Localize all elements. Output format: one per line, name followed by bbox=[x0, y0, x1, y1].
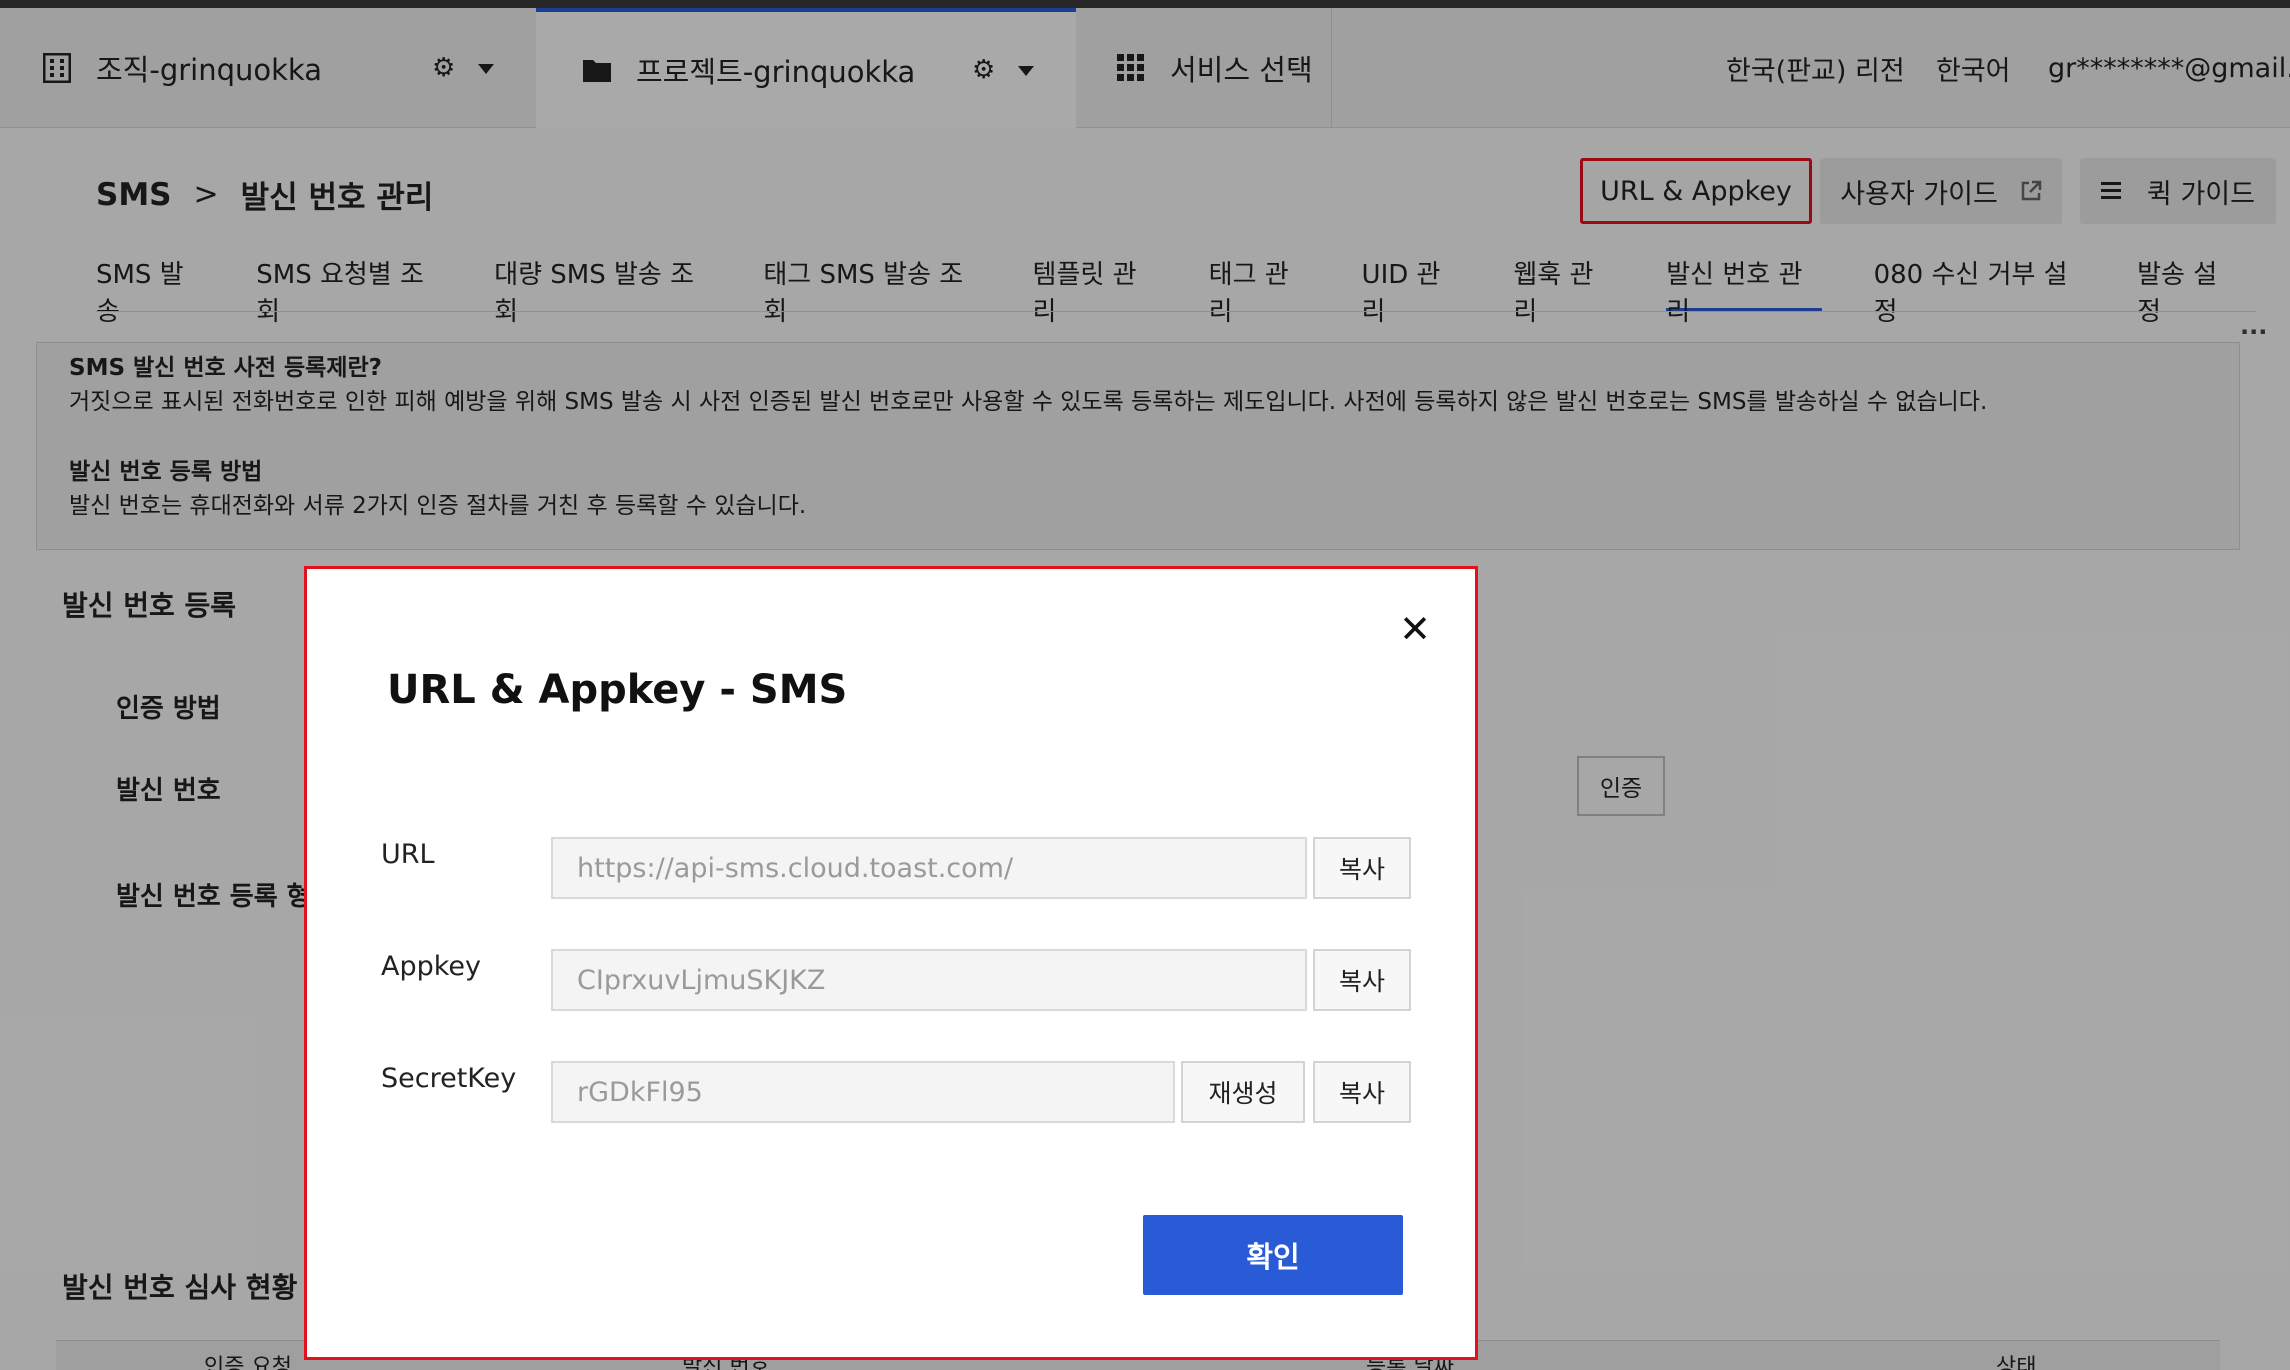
modal-title: URL & Appkey - SMS bbox=[387, 667, 848, 713]
appkey-label: Appkey bbox=[381, 951, 482, 982]
appkey-field[interactable]: CIprxuvLjmuSKJKZ bbox=[551, 949, 1307, 1011]
url-label: URL bbox=[381, 839, 435, 870]
url-copy-button[interactable]: 복사 bbox=[1313, 837, 1411, 899]
url-appkey-modal: ✕ URL & Appkey - SMS URL https://api-sms… bbox=[304, 566, 1478, 1360]
secretkey-label: SecretKey bbox=[381, 1063, 517, 1094]
url-field[interactable]: https://api-sms.cloud.toast.com/ bbox=[551, 837, 1307, 899]
regenerate-button[interactable]: 재생성 bbox=[1181, 1061, 1305, 1123]
confirm-button[interactable]: 확인 bbox=[1143, 1215, 1403, 1295]
secretkey-field[interactable]: rGDkFl95 bbox=[551, 1061, 1175, 1123]
appkey-copy-button[interactable]: 복사 bbox=[1313, 949, 1411, 1011]
secretkey-copy-button[interactable]: 복사 bbox=[1313, 1061, 1411, 1123]
close-icon[interactable]: ✕ bbox=[1395, 607, 1435, 651]
